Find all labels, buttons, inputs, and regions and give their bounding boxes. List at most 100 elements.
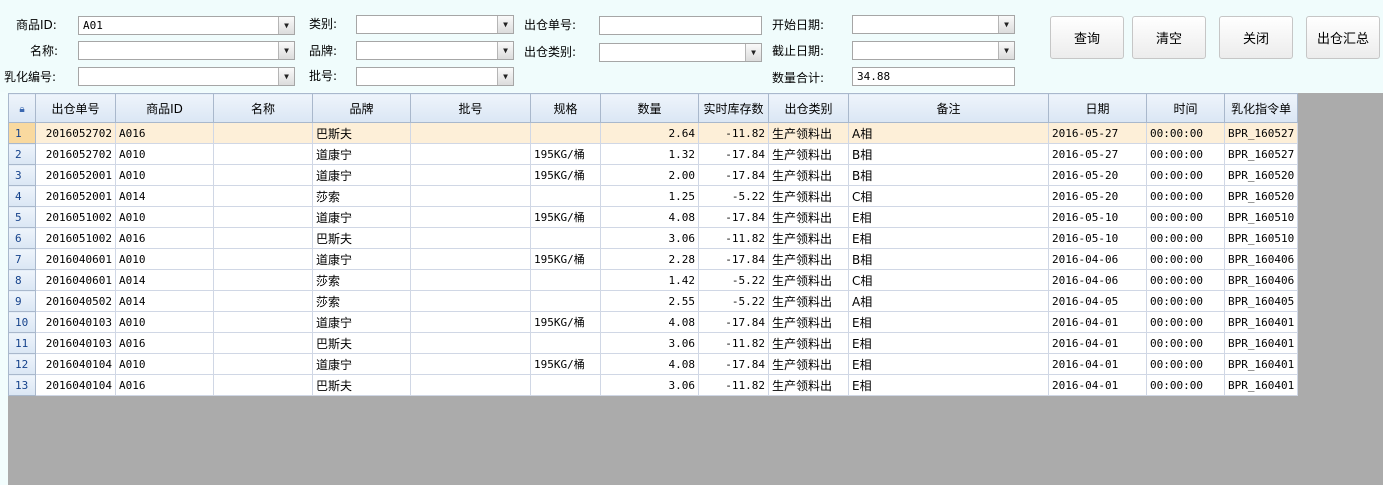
- table-cell[interactable]: 00:00:00: [1146, 164, 1225, 186]
- table-cell[interactable]: [410, 269, 531, 291]
- table-cell[interactable]: [410, 332, 531, 354]
- table-cell[interactable]: A010: [115, 311, 214, 333]
- name-combo[interactable]: ▼: [78, 41, 295, 60]
- row-number[interactable]: 1: [8, 122, 36, 144]
- table-cell[interactable]: 1.25: [600, 185, 699, 207]
- chevron-down-icon[interactable]: ▼: [278, 68, 294, 85]
- table-cell[interactable]: 道康宁: [312, 206, 411, 228]
- table-cell[interactable]: 195KG/桶: [530, 248, 601, 270]
- table-cell[interactable]: 2016-04-06: [1048, 248, 1147, 270]
- table-cell[interactable]: -17.84: [698, 353, 769, 375]
- table-cell[interactable]: BPR_160401: [1223, 332, 1299, 354]
- table-cell[interactable]: [410, 185, 531, 207]
- table-cell[interactable]: BPR_160527: [1223, 143, 1299, 165]
- table-cell[interactable]: -11.82: [698, 122, 769, 144]
- emulsion-no-combo[interactable]: ▼: [78, 67, 295, 86]
- table-cell[interactable]: 2016-05-10: [1048, 206, 1147, 228]
- table-cell[interactable]: 1.42: [600, 269, 699, 291]
- table-cell[interactable]: 2016052702: [35, 143, 116, 165]
- column-header[interactable]: 数量: [600, 93, 699, 123]
- table-cell[interactable]: [213, 164, 313, 186]
- table-cell[interactable]: A010: [115, 143, 214, 165]
- table-cell[interactable]: [213, 311, 313, 333]
- table-cell[interactable]: BPR_160401: [1223, 374, 1299, 396]
- table-cell[interactable]: [213, 227, 313, 249]
- table-cell[interactable]: 195KG/桶: [530, 206, 601, 228]
- table-cell[interactable]: [410, 290, 531, 312]
- table-cell[interactable]: 莎索: [312, 290, 411, 312]
- table-cell[interactable]: 巴斯夫: [312, 122, 411, 144]
- table-cell[interactable]: [410, 374, 531, 396]
- chevron-down-icon[interactable]: ▼: [497, 68, 513, 85]
- table-cell[interactable]: 生产领料出: [768, 122, 849, 144]
- table-row[interactable]: 12 2016040104 A010 道康宁 195KG/桶 4.08 -17.84 生产领料…: [8, 353, 1299, 375]
- close-button[interactable]: 关闭: [1219, 16, 1293, 59]
- table-cell[interactable]: 2016-05-27: [1048, 122, 1147, 144]
- table-cell[interactable]: 00:00:00: [1146, 290, 1225, 312]
- table-cell[interactable]: A016: [115, 227, 214, 249]
- corner-header[interactable]: 🔒︎: [8, 93, 36, 123]
- table-cell[interactable]: 4.08: [600, 311, 699, 333]
- table-cell[interactable]: E相: [848, 353, 1049, 375]
- table-cell[interactable]: BPR_160406: [1223, 248, 1299, 270]
- table-cell[interactable]: -11.82: [698, 332, 769, 354]
- table-cell[interactable]: A014: [115, 269, 214, 291]
- table-cell[interactable]: C相: [848, 269, 1049, 291]
- table-cell[interactable]: -17.84: [698, 206, 769, 228]
- table-cell[interactable]: [530, 185, 601, 207]
- table-cell[interactable]: [213, 143, 313, 165]
- row-number[interactable]: 12: [8, 353, 36, 375]
- table-cell[interactable]: [213, 185, 313, 207]
- table-cell[interactable]: 2.64: [600, 122, 699, 144]
- table-cell[interactable]: [213, 248, 313, 270]
- table-cell[interactable]: -5.22: [698, 185, 769, 207]
- column-header[interactable]: 出仓类别: [768, 93, 849, 123]
- table-cell[interactable]: 00:00:00: [1146, 122, 1225, 144]
- table-cell[interactable]: 生产领料出: [768, 185, 849, 207]
- table-cell[interactable]: [410, 143, 531, 165]
- row-number[interactable]: 5: [8, 206, 36, 228]
- table-cell[interactable]: A014: [115, 290, 214, 312]
- table-cell[interactable]: 4.08: [600, 353, 699, 375]
- column-header[interactable]: 实时库存数: [698, 93, 769, 123]
- table-cell[interactable]: 莎索: [312, 185, 411, 207]
- table-cell[interactable]: 195KG/桶: [530, 353, 601, 375]
- table-cell[interactable]: [530, 332, 601, 354]
- table-cell[interactable]: [410, 122, 531, 144]
- table-cell[interactable]: 2016-04-01: [1048, 311, 1147, 333]
- table-cell[interactable]: 2016052702: [35, 122, 116, 144]
- table-cell[interactable]: [530, 269, 601, 291]
- table-cell[interactable]: 生产领料出: [768, 269, 849, 291]
- table-cell[interactable]: [530, 290, 601, 312]
- table-cell[interactable]: E相: [848, 227, 1049, 249]
- table-row[interactable]: 5 2016051002 A010 道康宁 195KG/桶 4.08 -17.84 生产领料出…: [8, 206, 1299, 228]
- table-cell[interactable]: A016: [115, 122, 214, 144]
- table-cell[interactable]: [410, 164, 531, 186]
- row-number[interactable]: 2: [8, 143, 36, 165]
- table-cell[interactable]: 2016040104: [35, 374, 116, 396]
- table-cell[interactable]: 00:00:00: [1146, 269, 1225, 291]
- chevron-down-icon[interactable]: ▼: [278, 42, 294, 59]
- table-cell[interactable]: -17.84: [698, 143, 769, 165]
- table-row[interactable]: 10 2016040103 A010 道康宁 195KG/桶 4.08 -17.84 生产领料…: [8, 311, 1299, 333]
- table-cell[interactable]: 00:00:00: [1146, 374, 1225, 396]
- table-cell[interactable]: 00:00:00: [1146, 227, 1225, 249]
- table-cell[interactable]: BPR_160401: [1223, 353, 1299, 375]
- table-cell[interactable]: [410, 206, 531, 228]
- table-cell[interactable]: 道康宁: [312, 164, 411, 186]
- table-cell[interactable]: 2016-05-20: [1048, 185, 1147, 207]
- table-cell[interactable]: 莎索: [312, 269, 411, 291]
- row-number[interactable]: 11: [8, 332, 36, 354]
- row-number[interactable]: 7: [8, 248, 36, 270]
- column-header[interactable]: 出仓单号: [35, 93, 116, 123]
- table-cell[interactable]: 00:00:00: [1146, 332, 1225, 354]
- table-cell[interactable]: [410, 311, 531, 333]
- table-row[interactable]: 7 2016040601 A010 道康宁 195KG/桶 2.28 -17.84 生产领料出…: [8, 248, 1299, 270]
- table-cell[interactable]: B相: [848, 143, 1049, 165]
- table-cell[interactable]: BPR_160520: [1223, 185, 1299, 207]
- table-cell[interactable]: 195KG/桶: [530, 164, 601, 186]
- table-cell[interactable]: 00:00:00: [1146, 311, 1225, 333]
- table-cell[interactable]: 195KG/桶: [530, 143, 601, 165]
- table-cell[interactable]: 巴斯夫: [312, 374, 411, 396]
- table-cell[interactable]: A010: [115, 353, 214, 375]
